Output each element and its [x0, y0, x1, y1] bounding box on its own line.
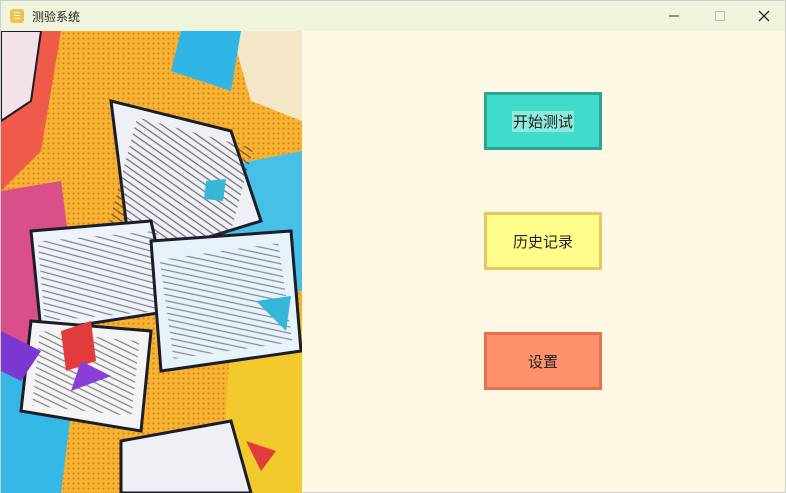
settings-button[interactable]: 设置 [484, 332, 602, 390]
maximize-button[interactable] [697, 1, 743, 31]
close-button[interactable] [741, 1, 786, 31]
window-title: 测验系统 [32, 10, 81, 24]
app-icon [10, 9, 24, 23]
minimize-button[interactable] [651, 1, 697, 31]
start-test-button[interactable]: 开始测试 [484, 92, 602, 150]
history-button[interactable]: 历史记录 [484, 212, 602, 270]
settings-label: 设置 [527, 352, 558, 371]
title-bar[interactable]: 测验系统 [1, 1, 785, 31]
minimize-icon [669, 15, 679, 17]
maximize-icon [715, 11, 725, 21]
close-icon [758, 10, 770, 22]
side-illustration [1, 31, 302, 493]
app-window: 测验系统 开始测试 历史记录 设置 [0, 0, 786, 493]
start-test-label: 开始测试 [511, 110, 574, 132]
history-label: 历史记录 [512, 232, 573, 251]
